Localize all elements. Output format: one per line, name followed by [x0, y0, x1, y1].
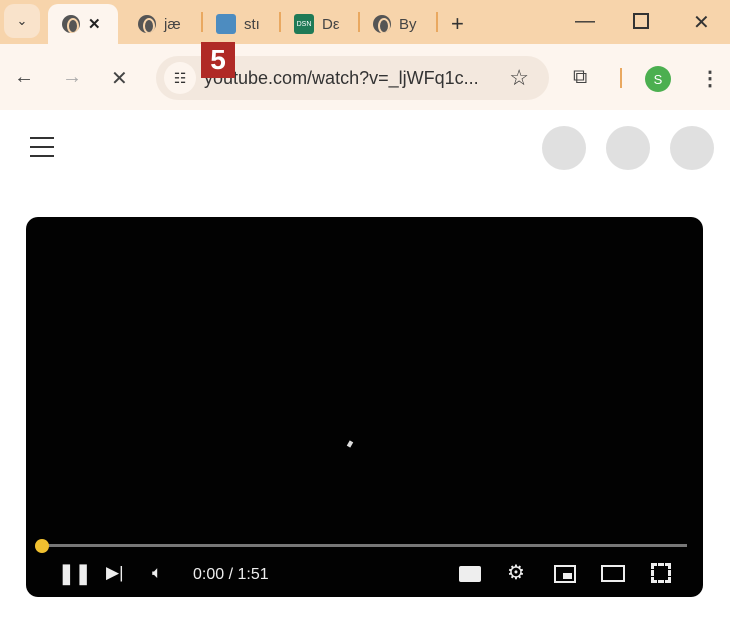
site-favicon-icon [216, 14, 236, 34]
volume-icon[interactable]: 🔈︎ [152, 563, 162, 583]
menu-kebab-icon[interactable]: ⋮ [700, 66, 720, 91]
tab-strip: ⌄ ✕ jæ stı DSN Dε By + — ✕ [0, 0, 730, 44]
bookmark-star-icon[interactable]: ☆ [509, 65, 529, 91]
forward-icon[interactable]: → [62, 66, 82, 89]
placeholder-button[interactable] [542, 126, 586, 170]
toolbar: ← → ✕ ☷ youtube.com/watch?v=_ljWFq1c... … [0, 44, 730, 110]
close-window-icon[interactable]: ✕ [693, 10, 710, 35]
theater-mode-icon[interactable] [601, 565, 625, 582]
tab-active[interactable]: ✕ [48, 4, 118, 44]
stop-loading-icon[interactable]: ✕ [111, 66, 128, 91]
miniplayer-icon[interactable] [554, 565, 576, 583]
new-tab-button[interactable]: + [451, 4, 464, 44]
annotation-label: 5 [201, 42, 235, 78]
tab-separator [279, 12, 281, 32]
placeholder-button[interactable] [606, 126, 650, 170]
maximize-icon[interactable] [633, 13, 649, 29]
pause-icon[interactable]: ❚❚ [58, 561, 92, 586]
tab-title: stı [244, 15, 260, 33]
loading-favicon-icon [62, 15, 80, 33]
toolbar-separator [620, 68, 622, 88]
dsn-favicon-icon: DSN [294, 14, 314, 34]
next-icon[interactable]: ▶| [106, 563, 124, 583]
back-icon[interactable]: ← [14, 66, 34, 89]
globe-icon [138, 15, 156, 33]
tab-title: By [399, 15, 417, 33]
tab-search-button[interactable]: ⌄ [4, 4, 40, 38]
tab-title: Dε [322, 15, 340, 33]
progress-bar[interactable] [42, 544, 687, 547]
hamburger-menu-icon[interactable] [30, 137, 54, 164]
tab-2[interactable]: jæ [138, 4, 181, 44]
video-player[interactable]: ❚❚ ▶| 🔈︎ 0:00 / 1:51 ⚙ [26, 217, 703, 597]
tab-5[interactable]: By [373, 4, 417, 44]
tab-title: jæ [164, 15, 181, 33]
subtitles-icon[interactable] [459, 566, 481, 582]
extensions-icon[interactable]: ⧉ [573, 66, 587, 89]
tab-separator [358, 12, 360, 32]
tab-separator [201, 12, 203, 32]
profile-avatar[interactable]: S [645, 66, 671, 92]
minimize-icon[interactable]: — [575, 10, 595, 33]
time-display: 0:00 / 1:51 [193, 566, 269, 583]
settings-gear-icon[interactable]: ⚙ [507, 560, 525, 585]
fullscreen-icon[interactable] [651, 563, 671, 583]
loading-spinner-icon [346, 440, 354, 448]
tab-4[interactable]: DSN Dε [294, 4, 340, 44]
scrubber-handle[interactable] [35, 539, 49, 553]
placeholder-avatar[interactable] [670, 126, 714, 170]
tab-3[interactable]: stı [216, 4, 260, 44]
url-text[interactable]: youtube.com/watch?v=_ljWFq1c... [204, 68, 479, 89]
tab-separator [436, 12, 438, 32]
site-settings-icon[interactable]: ☷ [164, 62, 196, 94]
globe-icon [373, 15, 391, 33]
close-tab-icon[interactable]: ✕ [88, 15, 101, 33]
